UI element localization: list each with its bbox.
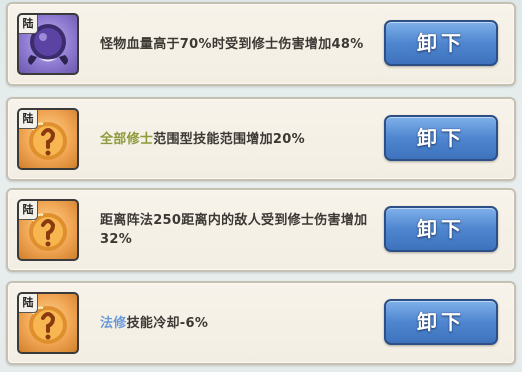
unequip-button[interactable]: 卸下 — [384, 299, 498, 345]
rune-description: 法修技能冷却-6% — [100, 315, 209, 331]
rune-type-tag: 陆 — [19, 110, 38, 129]
unequip-button[interactable]: 卸下 — [384, 206, 498, 252]
unequip-button[interactable]: 卸下 — [384, 20, 498, 66]
orange-fire-orb-icon: 陆 — [17, 292, 79, 354]
rune-description: 距离阵法250距离内的敌人受到修士伤害增加32% — [100, 213, 368, 247]
rune-card: 陆 法修技能冷却-6% 卸下 — [6, 281, 516, 365]
rune-description: 怪物血量高于70%时受到修士伤害增加48% — [100, 36, 364, 52]
rune-card: 陆 距离阵法250距离内的敌人受到修士伤害增加32% 卸下 — [6, 188, 516, 272]
rune-type-tag: 陆 — [19, 15, 38, 34]
rune-type-tag: 陆 — [19, 294, 38, 313]
rune-description: 全部修士范围型技能范围增加20% — [100, 131, 305, 147]
rune-card: 陆 全部修士范围型技能范围增加20% 卸下 — [6, 97, 516, 181]
orange-fire-orb-icon: 陆 — [17, 199, 79, 261]
orange-fire-orb-icon: 陆 — [17, 108, 79, 170]
purple-monster-orb-icon: 陆 — [17, 13, 79, 75]
unequip-button[interactable]: 卸下 — [384, 115, 498, 161]
rune-card: 陆 怪物血量高于70%时受到修士伤害增加48% 卸下 — [6, 2, 516, 86]
rune-type-tag: 陆 — [19, 201, 38, 220]
